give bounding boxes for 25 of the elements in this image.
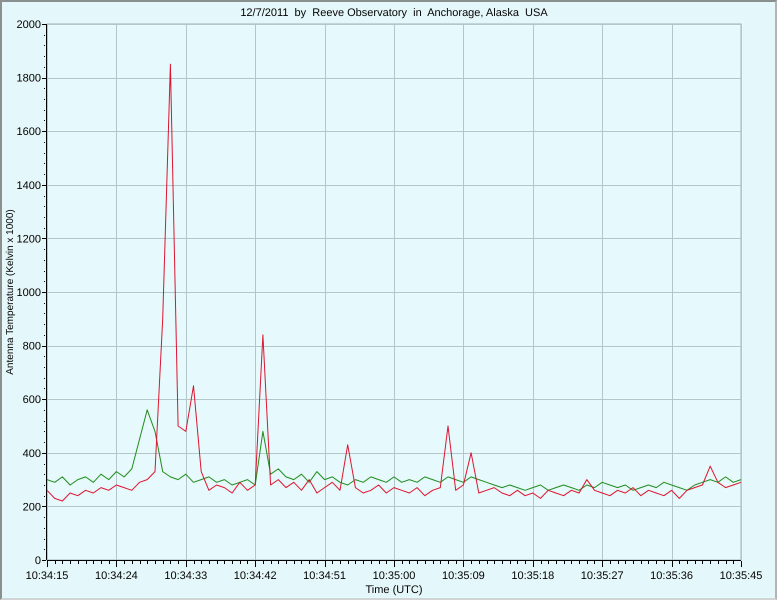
tick-label: 200 xyxy=(22,501,41,514)
tick-label: 10:35:45 xyxy=(720,570,762,582)
axis-title: Antenna Temperature (Kelvin x 1000) xyxy=(5,209,16,375)
chart-title: 12/7/2011 by Reeve Observatory in Anchorage, Alaska USA xyxy=(240,7,548,19)
tick-label: 10:34:15 xyxy=(26,570,68,582)
tick-label: 10:35:09 xyxy=(442,570,485,582)
tick-label: 1800 xyxy=(16,72,41,85)
tick-label: 1200 xyxy=(16,233,41,246)
tick-label: 400 xyxy=(22,448,41,460)
tick-label: 600 xyxy=(22,394,41,406)
tick-label: 10:34:24 xyxy=(94,570,138,582)
tick-label: 10:35:18 xyxy=(511,570,554,582)
tick-label: 10:34:51 xyxy=(303,570,346,582)
tick-label: 0 xyxy=(34,555,41,567)
tick-label: 10:34:42 xyxy=(234,570,277,582)
tick-label: 10:35:36 xyxy=(650,570,694,582)
axis-title: Time (UTC) xyxy=(365,584,423,596)
tick-label: 10:34:33 xyxy=(164,570,208,582)
tick-label: 10:35:00 xyxy=(372,570,416,582)
tick-label: 800 xyxy=(22,340,41,353)
tick-label: 2000 xyxy=(16,19,41,31)
tick-label: 1400 xyxy=(16,180,41,192)
tick-label: 1600 xyxy=(16,126,41,138)
tick-label: 10:35:27 xyxy=(580,570,624,582)
tick-label: 1000 xyxy=(16,287,41,299)
